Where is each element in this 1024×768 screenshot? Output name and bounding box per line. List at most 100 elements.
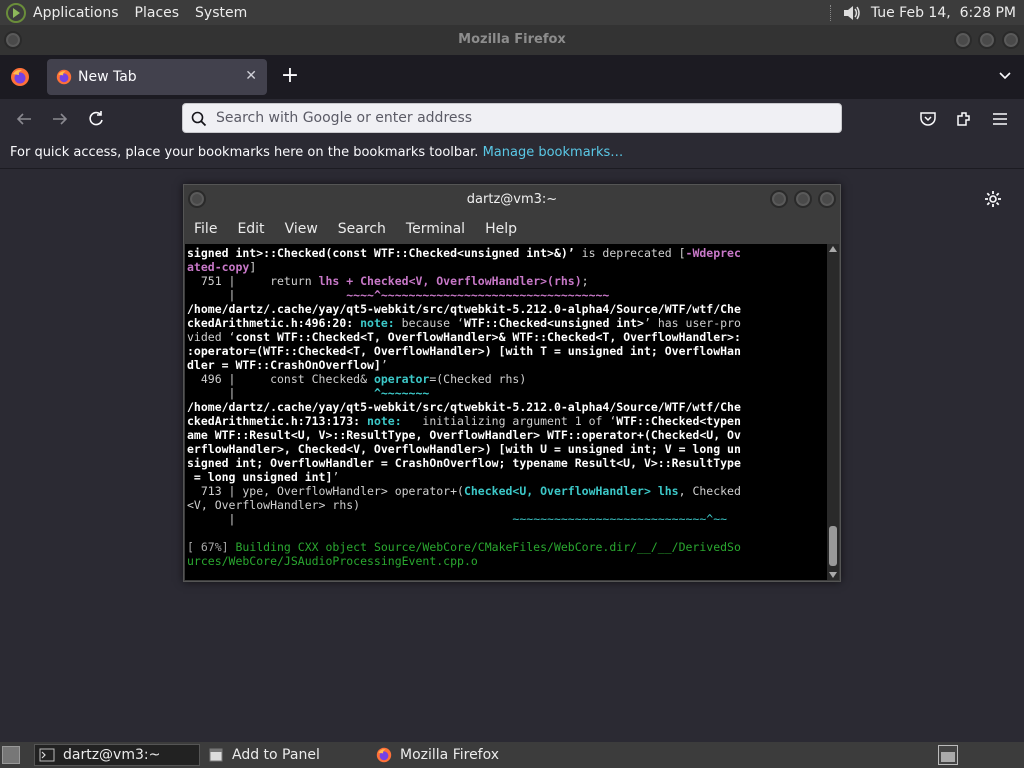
volume-icon[interactable]	[841, 2, 863, 24]
terminal-line: | ^~~~~~~~	[187, 386, 827, 400]
terminal-window-menu-button[interactable]	[188, 190, 206, 208]
bookmarks-hint: For quick access, place your bookmarks h…	[10, 145, 479, 160]
terminal-line: signed int; OverflowHandler = CrashOnOve…	[187, 456, 827, 470]
clock[interactable]: Tue Feb 14, 6:28 PM	[871, 5, 1016, 21]
menu-file[interactable]: File	[194, 221, 217, 237]
close-window-button[interactable]	[1002, 31, 1020, 49]
taskbar-item-label: Add to Panel	[232, 747, 320, 763]
terminal-line: | ~~~~~~~~~~~~~~~~~~~~~~~~~~~~^~~	[187, 512, 827, 526]
tab-label: New Tab	[78, 69, 137, 85]
terminal-line: ckedArithmetic.h:713:173: note: initiali…	[187, 414, 827, 428]
terminal-text: , Checked	[678, 484, 741, 498]
panel-separator	[829, 4, 833, 21]
terminal-text: -Wdeprec	[685, 246, 741, 260]
url-input[interactable]	[216, 108, 816, 128]
terminal-text: [ 67%]	[187, 540, 236, 554]
terminal-text: ~~~~~~~~~~~~~~~~~~~~~~~~~~~~^~~	[512, 512, 728, 526]
terminal-minimize-button[interactable]	[770, 190, 788, 208]
terminal-text: ame WTF::Result<U, V>::ResultType, Overf…	[187, 428, 741, 442]
menu-edit[interactable]: Edit	[237, 221, 264, 237]
places-menu[interactable]: Places	[135, 5, 180, 21]
taskbar-item-label: Mozilla Firefox	[400, 747, 500, 763]
menu-terminal[interactable]: Terminal	[406, 221, 465, 237]
search-icon	[191, 111, 207, 127]
terminal-line: 496 | const Checked& operator=(Checked r…	[187, 372, 827, 386]
chevron-down-icon[interactable]	[998, 69, 1012, 83]
taskbar-item-firefox[interactable]: Mozilla Firefox	[372, 744, 572, 766]
terminal-text: |	[187, 512, 513, 526]
top-panel: Applications Places System Tue Feb 14, 6…	[0, 0, 1024, 25]
taskbar-item-add-to-panel[interactable]: Add to Panel	[204, 744, 364, 766]
terminal-text: erflowHandler>, Checked<V, OverflowHandl…	[187, 442, 741, 456]
terminal-line: signed int>::Checked(const WTF::Checked<…	[187, 246, 827, 260]
scroll-up-icon[interactable]	[829, 246, 837, 252]
terminal-text: Building CXX object Source/WebCore/CMake…	[235, 540, 741, 554]
window-menu-button[interactable]	[4, 31, 22, 49]
extensions-icon[interactable]	[954, 109, 974, 129]
terminal-text: dler = WTF::CrashOnOverflow]	[187, 358, 381, 372]
terminal-text: const WTF::Checked<T, OverflowHandler>& …	[235, 330, 741, 344]
manage-bookmarks-link[interactable]: Manage bookmarks…	[483, 145, 624, 160]
scrollbar-thumb[interactable]	[829, 526, 837, 566]
address-bar[interactable]	[182, 103, 842, 133]
terminal-line: dler = WTF::CrashOnOverflow]’	[187, 358, 827, 372]
terminal-text: |	[187, 386, 374, 400]
terminal-text: = long unsigned int]	[187, 470, 333, 484]
terminal-text: 713 | ype, OverflowHandler> operator+(	[187, 484, 464, 498]
terminal-line	[187, 526, 827, 540]
terminal-scrollbar[interactable]	[827, 244, 839, 580]
workspace-switcher[interactable]	[938, 745, 958, 765]
forward-arrow-icon[interactable]	[50, 109, 70, 129]
terminal-output[interactable]: signed int>::Checked(const WTF::Checked<…	[185, 244, 827, 580]
terminal-line: ckedArithmetic.h:496:20: note: because ‘…	[187, 316, 827, 330]
terminal-line: /home/dartz/.cache/yay/qt5-webkit/src/qt…	[187, 302, 827, 316]
menu-search[interactable]: Search	[338, 221, 386, 237]
applications-menu[interactable]: Applications	[33, 5, 119, 21]
terminal-text: ;	[581, 274, 589, 288]
back-arrow-icon[interactable]	[14, 109, 34, 129]
navigation-bar	[0, 99, 1024, 139]
tab-new-tab[interactable]: New Tab ✕	[47, 59, 267, 95]
pocket-icon[interactable]	[918, 109, 938, 129]
terminal-text: note:	[360, 316, 395, 330]
menu-help[interactable]: Help	[485, 221, 517, 237]
terminal-line: = long unsigned int]’	[187, 470, 827, 484]
firefox-icon	[376, 747, 392, 763]
hamburger-menu-icon[interactable]	[990, 109, 1010, 129]
terminal-line: vided ‘const WTF::Checked<T, OverflowHan…	[187, 330, 827, 344]
distro-logo-icon[interactable]	[5, 2, 27, 24]
taskbar-item-terminal[interactable]: dartz@vm3:~	[34, 744, 200, 766]
terminal-line: urces/WebCore/JSAudioProcessingEvent.cpp…	[187, 554, 827, 568]
terminal-window: dartz@vm3:~ File Edit View Search Termin…	[183, 184, 841, 582]
terminal-icon	[39, 748, 55, 762]
terminal-text: because ‘	[394, 316, 464, 330]
menu-view[interactable]: View	[285, 221, 318, 237]
terminal-maximize-button[interactable]	[794, 190, 812, 208]
new-tab-button[interactable]: +	[280, 65, 300, 87]
terminal-text: ckedArithmetic.h:496:20:	[187, 316, 361, 330]
firefox-view-icon[interactable]	[10, 67, 30, 87]
minimize-button[interactable]	[954, 31, 972, 49]
terminal-text: signed int>::Checked(const WTF::Checked<…	[187, 246, 575, 260]
terminal-line: 713 | ype, OverflowHandler> operator+(Ch…	[187, 484, 827, 498]
show-desktop-icon[interactable]	[2, 746, 20, 764]
close-tab-icon[interactable]: ✕	[245, 68, 257, 84]
scroll-down-icon[interactable]	[829, 572, 837, 578]
bookmarks-toolbar: For quick access, place your bookmarks h…	[0, 139, 1024, 169]
reload-icon[interactable]	[86, 109, 106, 129]
terminal-titlebar[interactable]: dartz@vm3:~	[184, 185, 840, 215]
terminal-text: /home/dartz/.cache/yay/qt5-webkit/src/qt…	[187, 400, 741, 414]
terminal-text: 751 | return	[187, 274, 319, 288]
system-menu[interactable]: System	[195, 5, 247, 21]
terminal-line: /home/dartz/.cache/yay/qt5-webkit/src/qt…	[187, 400, 827, 414]
terminal-title: dartz@vm3:~	[466, 192, 558, 207]
terminal-text: lhs + Checked<V, OverflowHandler>(rhs)	[318, 274, 582, 288]
terminal-text: <V, OverflowHandler> rhs)	[187, 498, 361, 512]
terminal-close-button[interactable]	[818, 190, 836, 208]
gear-icon[interactable]	[984, 190, 1002, 208]
maximize-button[interactable]	[978, 31, 996, 49]
terminal-text: vided ‘	[187, 330, 236, 344]
terminal-text: ated-copy	[187, 260, 250, 274]
firefox-titlebar: Mozilla Firefox	[0, 25, 1024, 55]
